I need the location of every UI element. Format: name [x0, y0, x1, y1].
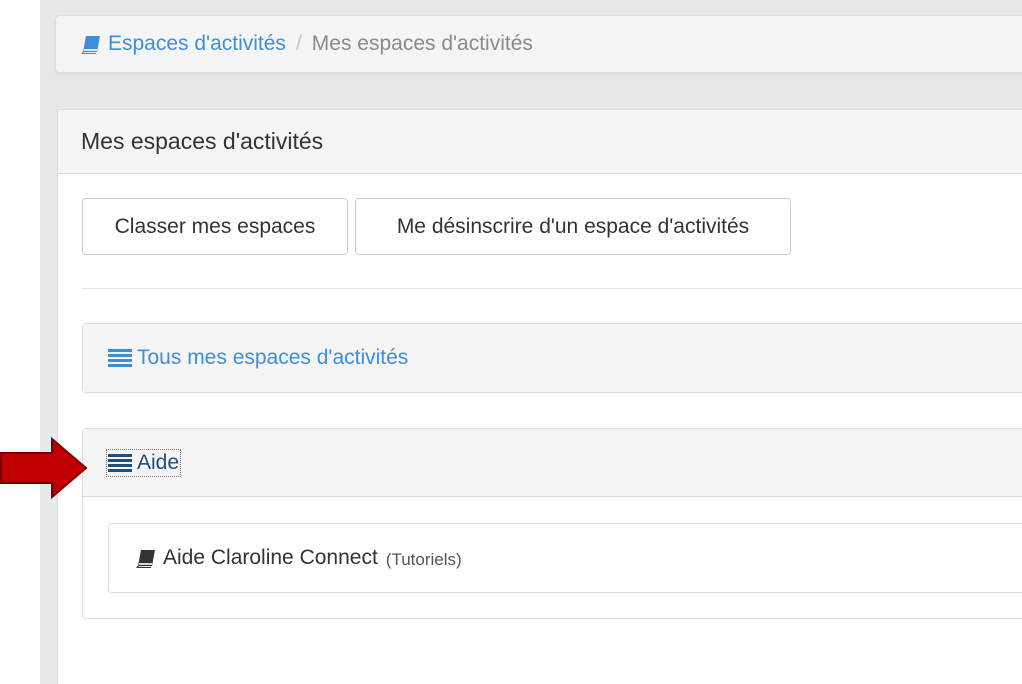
breadcrumb-separator: / — [295, 32, 302, 55]
book-icon — [81, 35, 100, 54]
breadcrumb: Espaces d'activités / Mes espaces d'acti… — [55, 15, 1022, 73]
breadcrumb-root-label: Espaces d'activités — [108, 32, 286, 55]
breadcrumb-root-link[interactable]: Espaces d'activités — [81, 32, 286, 56]
sort-spaces-button[interactable]: Classer mes espaces — [82, 198, 348, 255]
group-help-heading: Aide — [83, 429, 1022, 497]
space-item-category: (Tutoriels) — [385, 549, 462, 569]
breadcrumb-current: Mes espaces d'activités — [311, 32, 533, 55]
group-all-spaces-toggle[interactable]: Tous mes espaces d'activités — [83, 324, 1022, 392]
group-all-spaces: Tous mes espaces d'activités — [82, 323, 1022, 393]
group-help: Aide Aide Claroline Connect (Tutoriels) — [82, 428, 1022, 619]
space-item-name: Aide Claroline Connect — [163, 546, 378, 569]
panel-title: Mes espaces d'activités — [58, 110, 1022, 174]
list-icon — [108, 453, 132, 472]
list-icon — [108, 349, 132, 367]
group-all-spaces-label: Tous mes espaces d'activités — [137, 346, 409, 369]
space-item[interactable]: Aide Claroline Connect (Tutoriels) — [108, 523, 1022, 593]
divider — [82, 288, 1022, 289]
red-arrow-icon — [0, 437, 88, 499]
book-icon — [136, 549, 155, 568]
unsubscribe-button[interactable]: Me désinscrire d'un espace d'activités — [355, 198, 791, 255]
group-help-toggle[interactable]: Aide — [105, 448, 182, 477]
group-help-label: Aide — [137, 450, 180, 474]
my-spaces-panel: Mes espaces d'activités Classer mes espa… — [57, 109, 1022, 684]
